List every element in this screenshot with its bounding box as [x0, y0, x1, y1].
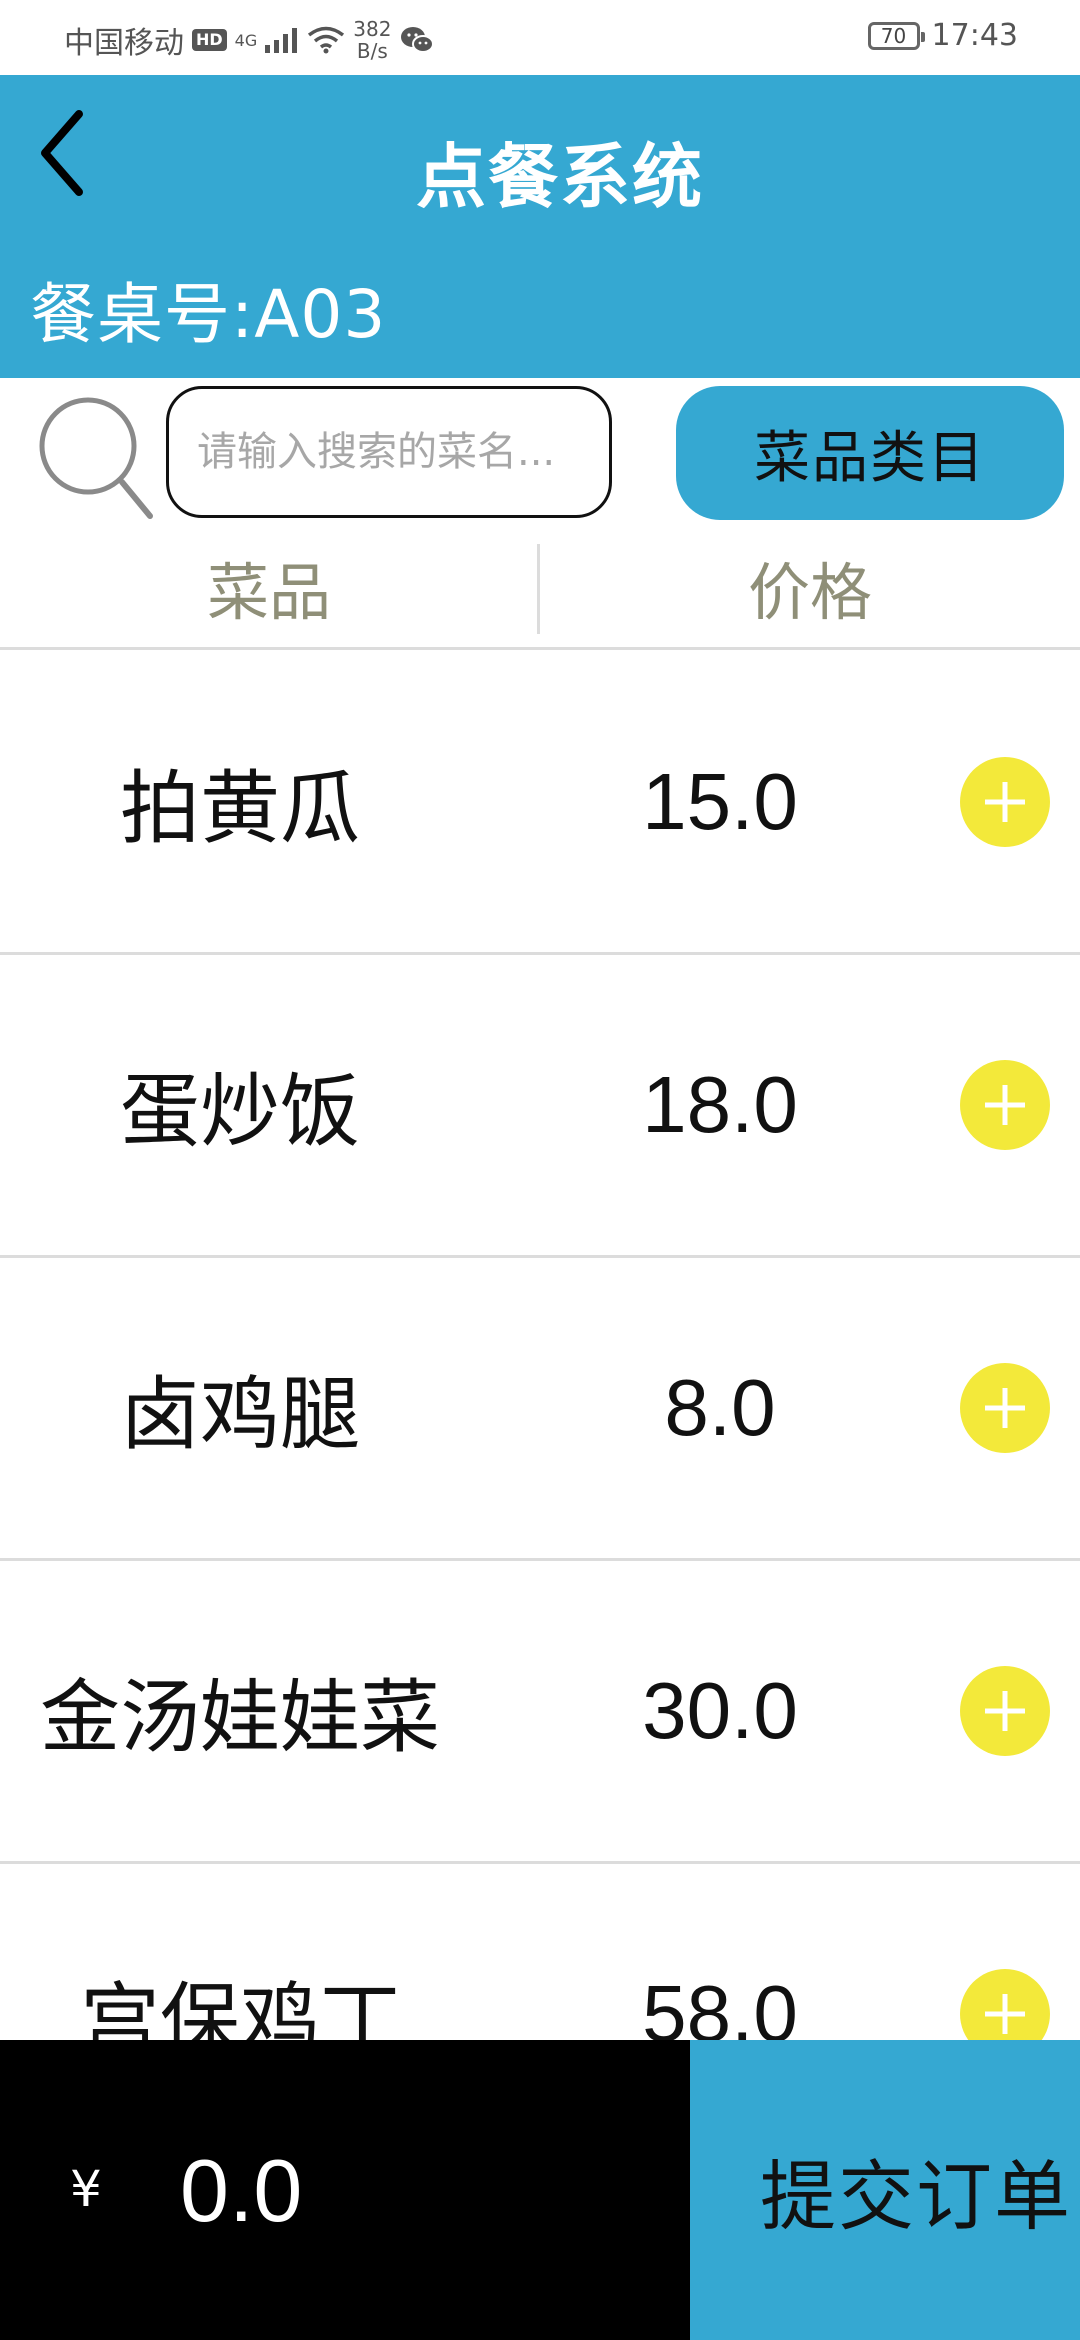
- dish-name: 蛋炒饭: [120, 1065, 360, 1158]
- total-area: ¥ 0.0: [0, 2040, 690, 2340]
- status-left: 中国移动 HD 4G 382 B/s: [64, 18, 435, 62]
- add-dish-button[interactable]: [960, 757, 1050, 847]
- dish-row: 金汤娃娃菜 30.0: [0, 1561, 1080, 1864]
- wechat-icon: [401, 27, 435, 53]
- dish-price: 8.0: [664, 1363, 776, 1452]
- plus-icon: [985, 1994, 1025, 2034]
- dish-name: 宫保鸡丁: [80, 1974, 400, 2040]
- search-icon[interactable]: [36, 394, 156, 524]
- net-speed-unit: B/s: [356, 39, 388, 63]
- dish-row: 卤鸡腿 8.0: [0, 1258, 1080, 1561]
- order-page: 中国移动 HD 4G 382 B/s 70 17:43 点餐系统 餐桌号:A03…: [0, 0, 1080, 2340]
- app-header: 点餐系统 餐桌号:A03: [0, 75, 1080, 378]
- net-speed: 382 B/s: [353, 18, 391, 62]
- dish-row: 蛋炒饭 18.0: [0, 955, 1080, 1258]
- column-headers: 菜品 价格: [0, 528, 1080, 650]
- battery-level: 70: [880, 23, 907, 48]
- search-input[interactable]: [166, 386, 612, 518]
- dish-price: 18.0: [642, 1060, 798, 1149]
- plus-icon: [985, 782, 1025, 822]
- dish-row: 拍黄瓜 15.0: [0, 652, 1080, 955]
- bottom-bar: ¥ 0.0 提交订单: [0, 2040, 1080, 2340]
- dish-name: 卤鸡腿: [120, 1368, 360, 1461]
- dish-price: 15.0: [642, 757, 798, 846]
- hd-badge: HD: [192, 29, 227, 51]
- carrier-label: 中国移动: [64, 26, 184, 61]
- total-price: 0.0: [180, 2141, 303, 2240]
- category-button[interactable]: 菜品类目: [676, 386, 1064, 520]
- dish-name: 拍黄瓜: [120, 762, 360, 855]
- add-dish-button[interactable]: [960, 1969, 1050, 2040]
- clock: 17:43: [931, 18, 1018, 53]
- column-header-price: 价格: [747, 556, 872, 629]
- dish-list[interactable]: 拍黄瓜 15.0 蛋炒饭 18.0 卤鸡腿 8.0 金汤娃娃菜 30.0 宫保鸡…: [0, 652, 1080, 2040]
- network-label: 4G: [234, 30, 258, 50]
- dish-price: 58.0: [642, 1969, 798, 2040]
- page-title: 点餐系统: [416, 136, 704, 218]
- add-dish-button[interactable]: [960, 1363, 1050, 1453]
- net-speed-value: 382: [353, 17, 392, 41]
- status-bar: 中国移动 HD 4G 382 B/s 70 17:43: [0, 0, 1080, 75]
- column-header-dish: 菜品: [206, 556, 331, 629]
- add-dish-button[interactable]: [960, 1666, 1050, 1756]
- dish-row: 宫保鸡丁 58.0: [0, 1864, 1080, 2040]
- status-right: 70 17:43: [867, 18, 1018, 53]
- table-number: 餐桌号:A03: [30, 276, 387, 353]
- search-row: 菜品类目: [0, 378, 1080, 528]
- submit-order-button[interactable]: 提交订单: [690, 2040, 1080, 2340]
- plus-icon: [985, 1388, 1025, 1428]
- add-dish-button[interactable]: [960, 1060, 1050, 1150]
- currency-symbol: ¥: [70, 2160, 102, 2218]
- dish-price: 30.0: [642, 1666, 798, 1755]
- signal-icon: [265, 28, 298, 53]
- dish-name: 金汤娃娃菜: [40, 1671, 440, 1764]
- battery-icon: 70: [867, 21, 925, 50]
- plus-icon: [985, 1691, 1025, 1731]
- wifi-icon: [308, 26, 345, 54]
- plus-icon: [985, 1085, 1025, 1125]
